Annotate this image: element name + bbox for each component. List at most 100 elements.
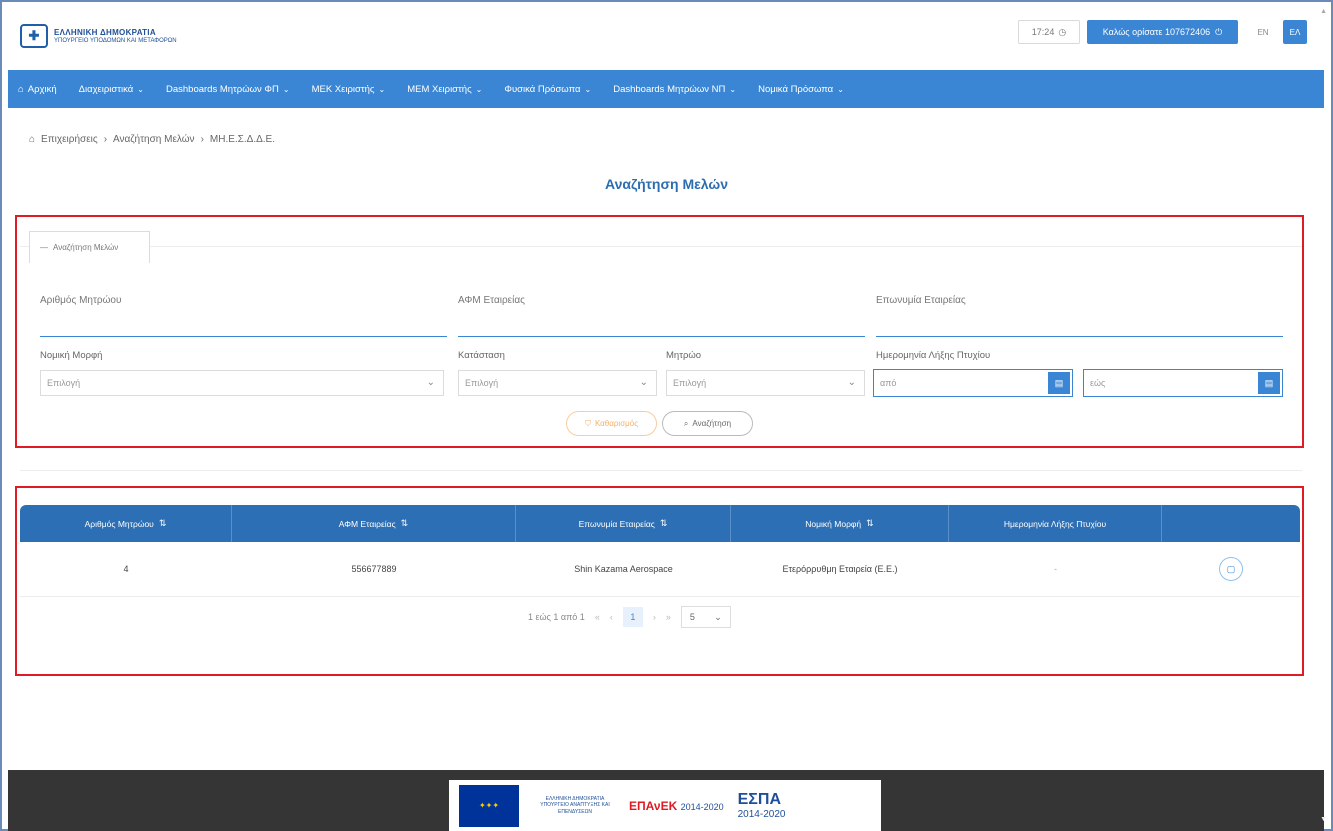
nav-item-label: Νομικά Πρόσωπα <box>758 83 834 95</box>
home-icon: ⌂ <box>29 134 36 145</box>
welcome-text: Καλώς ορίσατε 107672406 <box>1102 27 1211 37</box>
ministry-footer-text: ΕΛΛΗΝΙΚΗ ΔΗΜΟΚΡΑΤΙΑ ΥΠΟΥΡΓΕΙΟ ΑΝΑΠΤΥΞΗΣ … <box>540 795 610 815</box>
column-legal-form[interactable]: Νομική Μορφή ⇅ <box>731 505 949 542</box>
nav-item-label: ΜΕΚ Χειριστής <box>311 83 375 95</box>
sort-icon: ⇅ <box>866 518 874 528</box>
power-icon: ⏻ <box>1215 26 1223 37</box>
status-select[interactable]: Επιλογή ⌄ <box>458 370 657 396</box>
scroll-up-arrow[interactable]: ▲ <box>1320 8 1327 15</box>
chevron-right-icon: › <box>200 134 204 145</box>
registry-select[interactable]: Επιλογή ⌄ <box>666 370 865 396</box>
cell-company-name: Shin Kazama Aerospace <box>574 564 673 574</box>
cell-registry-number: 4 <box>123 564 129 574</box>
chevron-down-icon: ⌄ <box>837 84 844 94</box>
logo-line2: ΥΠΟΥΡΓΕΙΟ ΥΠΟΔΟΜΩΝ ΚΑΙ ΜΕΤΑΦΟΡΩΝ <box>54 38 177 44</box>
legal-form-label: Νομική Μορφή <box>40 350 103 361</box>
lang-en-button[interactable]: EN <box>1251 20 1275 44</box>
nav-item-label: Διαχειριστικά <box>78 83 134 95</box>
expiry-to-input[interactable]: εώς ▤ <box>1083 369 1283 397</box>
column-actions <box>1162 505 1300 542</box>
status-value: Επιλογή <box>465 378 499 388</box>
view-details-button[interactable]: ▢ <box>1219 557 1243 581</box>
column-registry-number[interactable]: Αριθμός Μητρώου ⇅ <box>20 505 232 542</box>
column-label: Ημερομηνία Λήξης Πτυχίου <box>1003 518 1107 529</box>
user-logout-button[interactable]: Καλώς ορίσατε 107672406 ⏻ <box>1087 20 1238 44</box>
nav-legal-persons[interactable]: Νομικά Πρόσωπα ⌄ <box>758 84 844 95</box>
nav-mek-operator[interactable]: ΜΕΚ Χειριστής ⌄ <box>312 84 386 95</box>
calendar-icon[interactable]: ▤ <box>1258 372 1280 394</box>
current-page-button[interactable]: 1 <box>622 607 643 627</box>
registry-number-field[interactable]: Αριθμός Μητρώου <box>40 295 121 306</box>
tax-id-underline <box>458 336 865 337</box>
chevron-down-icon: ⌄ <box>584 84 592 94</box>
nav-item-label: Dashboards Μητρώων ΝΠ <box>613 83 726 95</box>
table-row: 4 556677889 Shin Kazama Aerospace Ετερόρ… <box>20 542 1300 597</box>
nav-mem-operator[interactable]: ΜΕΜ Χειριστής ⌄ <box>407 84 482 95</box>
sort-icon: ⇅ <box>400 518 409 528</box>
epanek-years: 2014-2020 <box>680 801 724 812</box>
chevron-down-icon: ⌄ <box>847 377 856 388</box>
column-expiry-date: Ημερομηνία Λήξης Πτυχίου <box>949 505 1162 542</box>
chevron-down-icon: ⌄ <box>282 84 290 94</box>
column-tax-id[interactable]: ΑΦΜ Εταιρείας ⇅ <box>232 505 516 542</box>
search-legend: Αναζήτηση Μελών <box>53 243 119 252</box>
lang-el-button[interactable]: ΕΛ <box>1283 20 1307 44</box>
sort-icon: ⇅ <box>659 518 668 528</box>
calendar-icon[interactable]: ▤ <box>1048 372 1070 394</box>
nav-home-label: Αρχική <box>27 83 57 95</box>
search-label: Αναζήτηση <box>692 419 732 428</box>
search-highlight-box <box>15 215 1304 448</box>
pager-summary: 1 εώς 1 από 1 <box>528 612 585 622</box>
chevron-down-icon: ⌄ <box>639 377 648 388</box>
chevron-down-icon: ⌄ <box>729 84 737 94</box>
legal-form-select[interactable]: Επιλογή ⌄ <box>40 370 444 396</box>
next-page-icon[interactable]: › <box>653 612 656 622</box>
nav-home[interactable]: ⌂ Αρχική <box>18 84 57 95</box>
nav-item-label: Φυσικά Πρόσωπα <box>504 83 581 95</box>
clear-button[interactable]: ⛉ Καθαρισμός <box>566 411 657 436</box>
column-company-name[interactable]: Επωνυμία Εταιρείας ⇅ <box>516 505 731 542</box>
chevron-down-icon: ⌄ <box>475 84 483 94</box>
company-name-field[interactable]: Επωνυμία Εταιρείας <box>876 295 966 306</box>
first-page-icon[interactable]: « <box>595 612 600 622</box>
last-page-icon[interactable]: » <box>666 612 671 622</box>
chevron-down-icon: ⌄ <box>137 84 144 94</box>
logo-line1: ΕΛΛΗΝΙΚΗ ΔΗΜΟΚΡΑΤΙΑ <box>54 28 156 37</box>
breadcrumb-item: ΜΗ.Ε.Σ.Δ.Δ.Ε. <box>209 134 276 145</box>
company-name-underline <box>876 336 1283 337</box>
ministry-logo[interactable]: ✚ ΕΛΛΗΝΙΚΗ ΔΗΜΟΚΡΑΤΙΑ ΥΠΟΥΡΓΕΙΟ ΥΠΟΔΟΜΩΝ… <box>20 24 177 48</box>
espa-banner: ✦✦✦ ΕΛΛΗΝΙΚΗ ΔΗΜΟΚΡΑΤΙΑ ΥΠΟΥΡΓΕΙΟ ΑΝΑΠΤΥ… <box>449 780 881 831</box>
search-collapse-toggle[interactable]: — Αναζήτηση Μελών <box>29 231 150 263</box>
nav-admin[interactable]: Διαχειριστικά ⌄ <box>79 84 144 95</box>
epanek-logo: ΕΠΑνΕΚ 2014-2020 <box>629 799 724 813</box>
nav-dashboards-fp[interactable]: Dashboards Μητρώων ΦΠ ⌄ <box>166 84 290 95</box>
scroll-down-arrow[interactable]: ▼ <box>1320 816 1327 823</box>
nav-item-label: ΜΕΜ Χειριστής <box>407 83 472 95</box>
tax-id-field[interactable]: ΑΦΜ Εταιρείας <box>458 295 525 306</box>
breadcrumb: ⌂ Επιχειρήσεις › Αναζήτηση Μελών › ΜΗ.Ε.… <box>29 134 275 145</box>
breadcrumb-item[interactable]: Αναζήτηση Μελών <box>113 134 195 145</box>
epanek-text: ΕΠΑνΕΚ <box>629 798 678 813</box>
time-text: 17:24 <box>1031 27 1055 37</box>
breadcrumb-item[interactable]: Επιχειρήσεις <box>41 134 98 145</box>
prev-page-icon[interactable]: ‹ <box>610 612 613 622</box>
registry-label: Μητρώο <box>666 350 702 361</box>
espa-years: 2014-2020 <box>737 809 786 820</box>
registry-value: Επιλογή <box>673 378 707 388</box>
page-size-select[interactable]: 5 ⌄ <box>680 606 731 628</box>
cell-legal-form: Ετερόρρυθμη Εταιρεία (Ε.Ε.) <box>782 564 898 574</box>
status-label: Κατάσταση <box>458 350 505 361</box>
registry-number-underline <box>40 336 447 337</box>
page-title: Αναζήτηση Μελών <box>605 176 728 192</box>
nav-dashboards-np[interactable]: Dashboards Μητρώων ΝΠ ⌄ <box>613 84 736 95</box>
greek-emblem-icon: ✚ <box>20 24 48 48</box>
nav-natural-persons[interactable]: Φυσικά Πρόσωπα ⌄ <box>504 84 591 95</box>
sort-icon: ⇅ <box>158 518 167 528</box>
cell-tax-id: 556677889 <box>351 564 397 574</box>
to-placeholder: εώς <box>1090 378 1106 388</box>
column-label: Νομική Μορφή <box>805 518 862 529</box>
espa-text: ΕΣΠΑ <box>737 791 782 808</box>
search-button[interactable]: ⌕ Αναζήτηση <box>662 411 753 436</box>
espa-logo: ΕΣΠΑ 2014-2020 <box>738 791 786 820</box>
expiry-from-input[interactable]: από ▤ <box>873 369 1073 397</box>
